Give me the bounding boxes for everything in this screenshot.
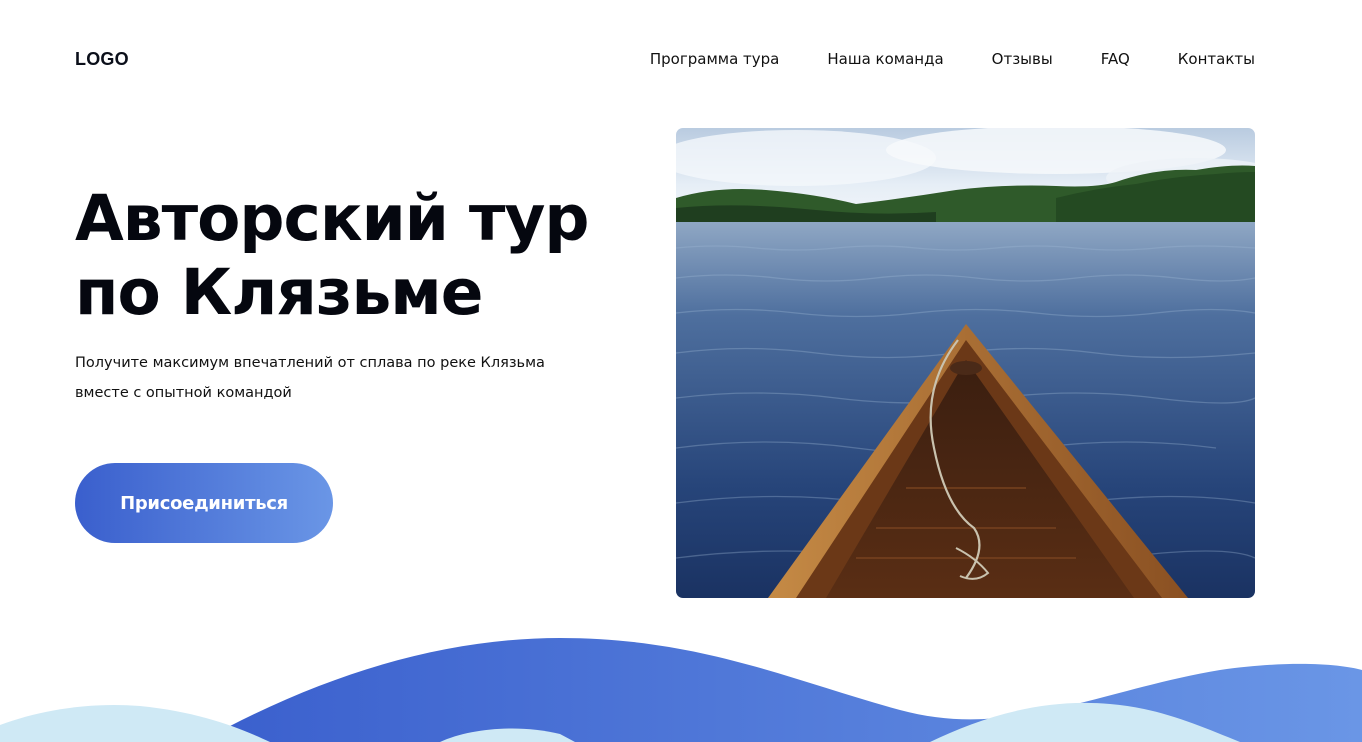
- hero-subtitle-line-2: вместе с опытной командой: [75, 385, 292, 401]
- hero-subtitle: Получите максимум впечатлений от сплава …: [75, 348, 555, 408]
- logo[interactable]: LOGO: [75, 49, 129, 70]
- decorative-waves: [0, 638, 1362, 742]
- hero-image: [676, 128, 1255, 598]
- nav-item-team[interactable]: Наша команда: [827, 50, 943, 68]
- nav-item-reviews[interactable]: Отзывы: [992, 50, 1053, 68]
- canoe-lake-illustration: [676, 128, 1255, 598]
- nav-item-contacts[interactable]: Контакты: [1178, 50, 1255, 68]
- hero-subtitle-line-1: Получите максимум впечатлений от сплава …: [75, 355, 545, 371]
- main-nav: Программа тура Наша команда Отзывы FAQ К…: [650, 50, 1255, 68]
- nav-item-faq[interactable]: FAQ: [1101, 50, 1130, 68]
- join-button[interactable]: Присоединиться: [75, 463, 333, 543]
- hero-title: Авторский тур по Клязьме: [75, 182, 635, 330]
- nav-item-program[interactable]: Программа тура: [650, 50, 780, 68]
- landing-page: LOGO Программа тура Наша команда Отзывы …: [0, 0, 1362, 742]
- hero-title-line-2: по Клязьме: [75, 256, 484, 329]
- hero-title-line-1: Авторский тур: [75, 182, 590, 255]
